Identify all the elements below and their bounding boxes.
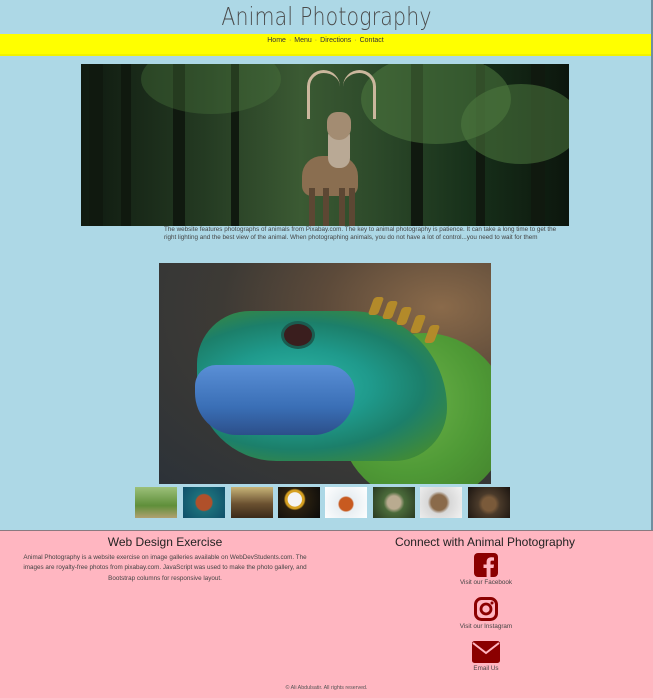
footer-connect-title: Connect with Animal Photography <box>394 535 576 549</box>
instagram-link[interactable]: Visit our Instagram <box>426 597 546 630</box>
nav-separator: · <box>354 37 357 44</box>
footer-about-text: Animal Photography is a website exercise… <box>23 554 307 582</box>
deer-head <box>327 112 351 140</box>
instagram-icon <box>474 597 498 621</box>
foliage <box>461 84 569 164</box>
ram-thumbnail[interactable] <box>420 487 462 518</box>
envelope-icon <box>472 641 500 663</box>
fox-thumbnail[interactable] <box>325 487 367 518</box>
deer-leg <box>349 188 355 226</box>
turtle-thumbnail[interactable] <box>183 487 225 518</box>
lizard-crest <box>381 301 399 319</box>
lizard-crest <box>409 315 427 333</box>
rabbit-thumbnail[interactable] <box>135 487 177 518</box>
facebook-icon <box>474 553 498 577</box>
copyright-text: © Ali Abdulsatir. All rights reserved. <box>285 685 368 691</box>
lizard-eye <box>281 321 315 349</box>
nav-menu-link[interactable]: Menu <box>294 37 312 44</box>
deer-leg <box>323 188 329 226</box>
deer-antler <box>343 70 376 119</box>
email-label: Email Us <box>473 665 499 672</box>
nav-home-link[interactable]: Home <box>267 37 286 44</box>
nav-separator: · <box>314 37 318 44</box>
bear-thumbnail[interactable] <box>468 487 510 518</box>
facebook-link[interactable]: Visit our Facebook <box>426 553 546 586</box>
lizard-photo <box>159 263 491 484</box>
wolf-thumbnail[interactable] <box>373 487 415 518</box>
bison-thumbnail[interactable] <box>231 487 273 518</box>
nav-separator: · <box>288 37 292 44</box>
eagle-thumbnail[interactable] <box>278 487 320 518</box>
foliage <box>141 64 281 114</box>
nav-directions-link[interactable]: Directions <box>320 37 351 44</box>
lizard-jaw <box>195 365 355 435</box>
navbar: Home · Menu · Directions · Contact <box>0 34 651 56</box>
footer: Web Design Exercise Animal Photography i… <box>0 530 653 698</box>
deer-leg <box>339 188 345 226</box>
facebook-label: Visit our Facebook <box>459 579 513 586</box>
lizard-crest <box>367 297 385 315</box>
email-link[interactable]: Email Us <box>426 641 546 672</box>
nav-contact-link[interactable]: Contact <box>360 37 384 44</box>
instagram-label: Visit our Instagram <box>459 623 513 630</box>
site-title: Animal Photography <box>221 2 432 31</box>
lizard-crest <box>395 307 413 325</box>
tree-trunk <box>89 64 103 226</box>
tree-trunk <box>121 64 131 226</box>
thumbnail-strip <box>135 487 515 518</box>
photo-caption: The website features photographs of anim… <box>164 226 557 242</box>
footer-about-title: Web Design Exercise <box>107 535 223 549</box>
deer-photo <box>81 64 569 226</box>
deer-leg <box>309 188 315 226</box>
